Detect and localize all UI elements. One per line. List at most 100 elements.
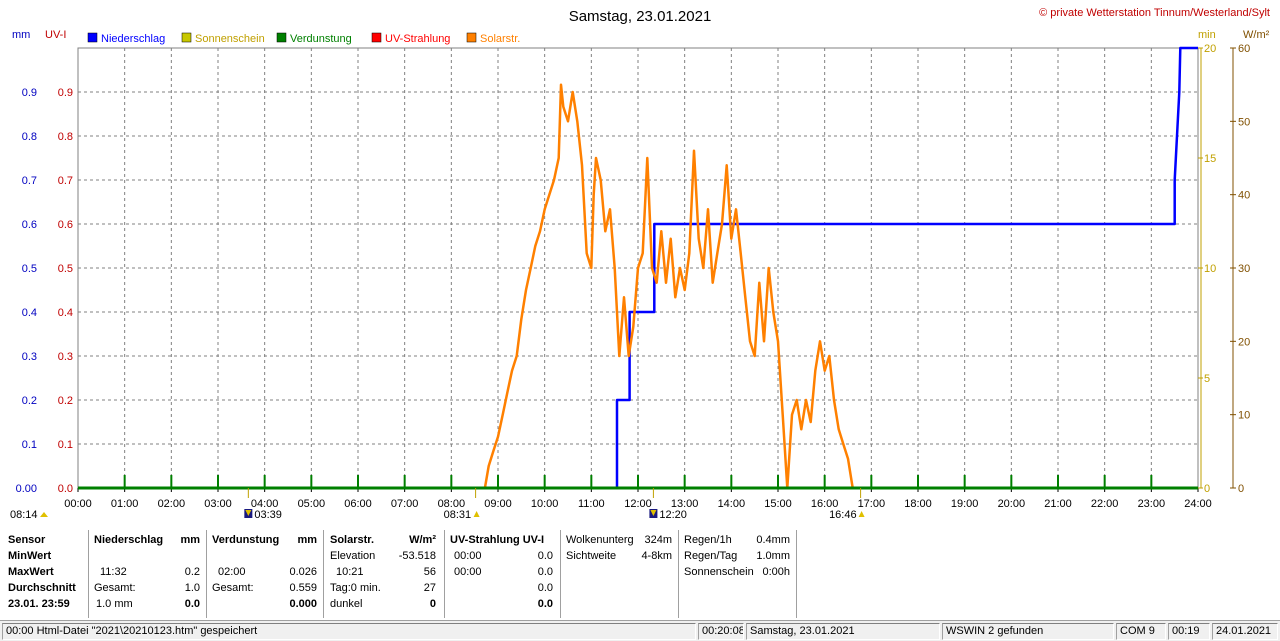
uv-max-value: 0.0 [537, 566, 553, 578]
x-tick-label: 18:00 [904, 498, 932, 510]
time-marker-label: 08:31 [444, 509, 472, 521]
legend-swatch [466, 32, 477, 43]
x-tick-label: 10:00 [531, 498, 559, 510]
niederschlag-header: Niederschlag [94, 534, 164, 546]
left-unit-uv: UV-I [45, 29, 66, 41]
niederschlag-column: Niederschlag mm 11:32 0.2 Gesamt: 1.0 1.0 m… [94, 530, 200, 618]
solar-day-label: Tag:0 min. [330, 582, 381, 594]
y-tick-label-solar: 20 [1238, 336, 1250, 348]
y-tick-label-uv: 0.5 [58, 263, 73, 275]
solar-max-time: 10:21 [336, 566, 364, 578]
wolken-label: Wolkenunterg [566, 534, 634, 546]
maxwert-label: MaxWert [8, 566, 54, 578]
y-tick-label-solar: 10 [1238, 410, 1250, 422]
y-tick-label-solar: 40 [1238, 190, 1250, 202]
dunkel-value: 0 [429, 598, 436, 610]
x-tick-label: 03:00 [204, 498, 232, 510]
verdunstung-average: 0.000 [289, 598, 317, 610]
status-com-port: COM 9 [1116, 623, 1166, 640]
time-marker-label: 03:39 [254, 509, 282, 521]
status-today: 24.01.2021 [1212, 623, 1278, 640]
solar-day-value: 27 [423, 582, 436, 594]
y-tick-label-mm: 0.5 [22, 263, 37, 275]
x-tick-label: 15:00 [764, 498, 792, 510]
x-tick-label: 11:00 [578, 498, 605, 510]
x-tick-label: 19:00 [951, 498, 979, 510]
uv-min-time: 00:00 [454, 550, 482, 562]
status-message: 00:00 Html-Datei "2021\20210123.htm" ges… [2, 623, 696, 640]
durchschnitt-label: Durchschnitt [8, 582, 76, 594]
legend-swatch [371, 32, 382, 43]
status-elapsed: 00:20:08 [698, 623, 744, 640]
table-divider [560, 530, 561, 618]
niederschlag-unit: mm [180, 534, 200, 546]
y-tick-label-uv: 0.6 [58, 219, 73, 231]
elevation-label: Elevation [330, 550, 376, 562]
y-axis-solar-ticks: 0 10 20 30 40 50 60 [1230, 43, 1250, 495]
uv-avg-value: 0.0 [537, 582, 553, 594]
uv-day-value: 0.0 [537, 598, 553, 610]
wolken-value: 324m [644, 534, 672, 546]
sensor-header: Sensor [8, 534, 46, 546]
wolken-column: Wolkenunterg 324m Sichtweite 4-8km [566, 530, 672, 618]
x-tick-label: 02:00 [158, 498, 186, 510]
time-marker-label: 08:14 [10, 509, 38, 521]
regen-tag-label: Regen/Tag [684, 550, 738, 562]
y-tick-label-solar: 0 [1238, 483, 1244, 495]
verdunstung-max-value: 0.026 [289, 566, 317, 578]
table-divider [323, 530, 324, 618]
x-tick-label: 00:00 [64, 498, 92, 510]
y-tick-label-mm: 0.7 [22, 175, 37, 187]
y-tick-label-min: 5 [1204, 373, 1210, 385]
right-unit-min: min [1198, 29, 1216, 41]
x-tick-label: 23:00 [1138, 498, 1166, 510]
sicht-value: 4-8km [641, 550, 672, 562]
y-tick-label-mm: 0.3 [22, 351, 37, 363]
right-unit-wm2: W/m² [1243, 29, 1270, 41]
x-tick-label: 14:00 [718, 498, 746, 510]
x-tick-label: 07:00 [391, 498, 419, 510]
uv-max-time: 00:00 [454, 566, 482, 578]
regen-1h-label: Regen/1h [684, 534, 732, 546]
x-tick-label: 17:00 [858, 498, 886, 510]
legend-label: Niederschlag [101, 33, 165, 45]
y-tick-label-uv: 0.1 [58, 439, 73, 451]
x-tick-label: 06:00 [344, 498, 372, 510]
table-divider [796, 530, 797, 618]
y-tick-label-mm: 0.1 [22, 439, 37, 451]
solar-column: Solarstr. W/m² Elevation -53.518 10:21 56 T… [330, 530, 436, 618]
x-tick-label: 24:00 [1184, 498, 1212, 510]
x-tick-label: 01:00 [111, 498, 139, 510]
status-wswin: WSWIN 2 gefunden [942, 623, 1114, 640]
y-tick-label-mm: 0.8 [22, 131, 37, 143]
time-marker-label: 12:20 [659, 509, 687, 521]
sunrise-marker [40, 512, 48, 517]
regen-1h-value: 0.4mm [756, 534, 790, 546]
sun-marker [858, 511, 865, 517]
verdunstung-total-label: Gesamt: [212, 582, 254, 594]
uv-column: UV-Strahlung UV-I 00:00 0.0 00:00 0.0 0.0 … [450, 530, 553, 618]
legend-swatch [181, 32, 192, 43]
status-time: 00:19 [1168, 623, 1210, 640]
sonnenschein-value: 0:00h [762, 566, 790, 578]
status-bar: 00:00 Html-Datei "2021\20210123.htm" ges… [0, 620, 1280, 641]
uv-header: UV-Strahlung UV-I [450, 534, 545, 546]
y-tick-label-uv: 0.9 [58, 87, 73, 99]
regen-tag-value: 1.0mm [756, 550, 790, 562]
x-tick-label: 22:00 [1091, 498, 1119, 510]
y-tick-label-uv: 0.3 [58, 351, 73, 363]
y-axis-uv-ticks: 0.0 0.1 0.2 0.3 0.4 0.5 0.6 0.7 0.8 0.9 [58, 87, 73, 495]
legend-label: Verdunstung [290, 33, 352, 45]
y-tick-label-min: 15 [1204, 153, 1216, 165]
verdunstung-total-value: 0.559 [289, 582, 317, 594]
y-tick-label-mm: 0.6 [22, 219, 37, 231]
x-tick-label: 21:00 [1044, 498, 1072, 510]
chart-credit: © private Wetterstation Tinnum/Westerlan… [1039, 7, 1270, 19]
y-tick-label-mm: 0.2 [22, 395, 37, 407]
y-tick-label-min: 20 [1204, 43, 1216, 55]
y-tick-label-min: 0 [1204, 483, 1210, 495]
sicht-label: Sichtweite [566, 550, 617, 562]
verdunstung-unit: mm [297, 534, 317, 546]
x-tick-label: 09:00 [484, 498, 512, 510]
verdunstung-column: Verdunstung mm 02:00 0.026 Gesamt: 0.559 0.… [212, 530, 317, 618]
